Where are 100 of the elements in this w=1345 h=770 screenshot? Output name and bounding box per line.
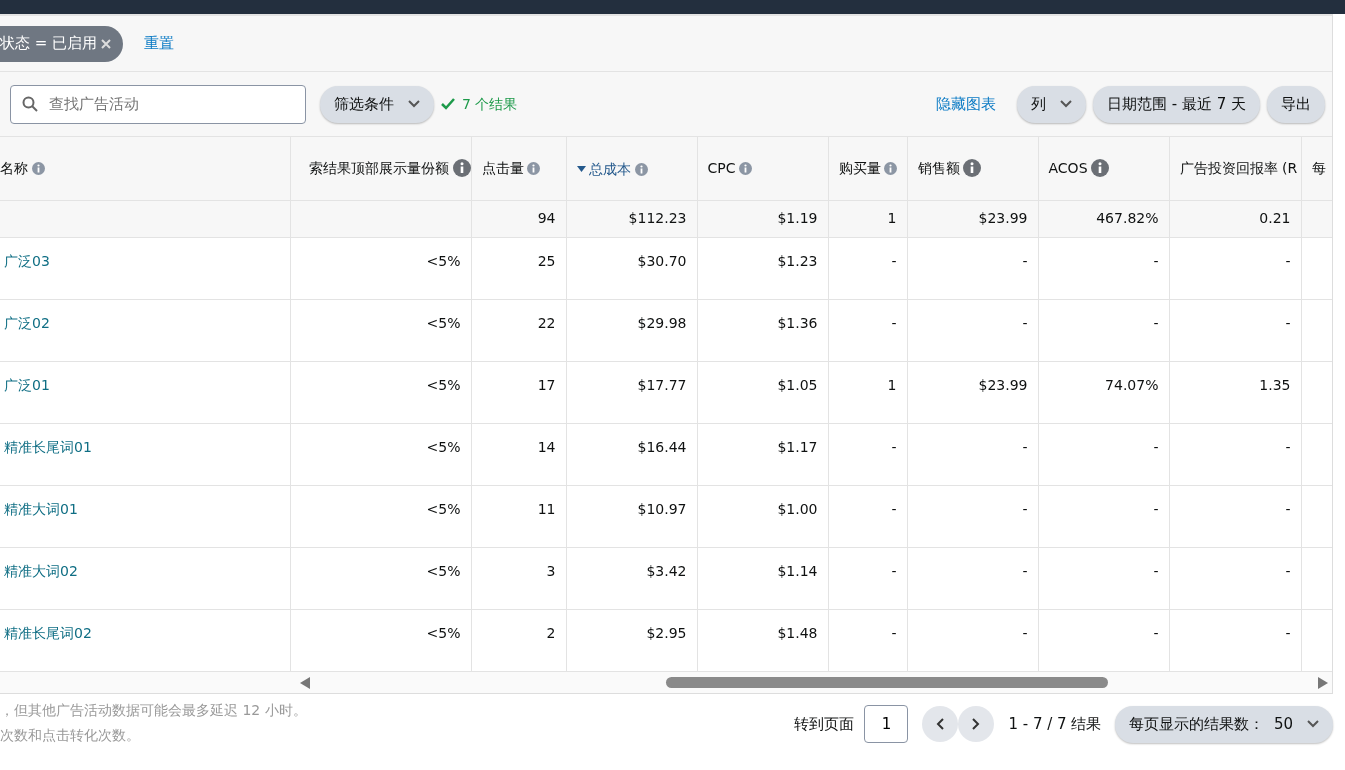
- scroll-left-icon: [300, 676, 310, 689]
- campaign-name-link[interactable]: 广泛01: [4, 376, 50, 393]
- close-icon: [100, 38, 111, 49]
- column-header[interactable]: 购买量: [838, 157, 881, 179]
- result-count: 7 个结果: [462, 94, 518, 114]
- filter-button[interactable]: 筛选条件: [320, 85, 434, 123]
- table-cell: -: [1022, 500, 1028, 517]
- table-cell: -: [1022, 438, 1028, 455]
- info-icon: [634, 162, 648, 176]
- scrollbar-thumb[interactable]: [666, 676, 1108, 688]
- column-header[interactable]: 点击量: [481, 157, 524, 179]
- table-cell: -: [1022, 562, 1028, 579]
- results-per-page-button[interactable]: 每页显示的结果数： 50: [1115, 705, 1333, 743]
- table-cell: <5%: [426, 376, 461, 393]
- reset-link[interactable]: 重置: [143, 32, 174, 55]
- table-cell: <5%: [426, 314, 461, 331]
- columns-button[interactable]: 列: [1016, 85, 1086, 123]
- export-button[interactable]: 导出: [1267, 85, 1325, 123]
- info-icon: [1091, 159, 1109, 178]
- column-header[interactable]: 名称: [0, 157, 28, 179]
- table-cell: -: [1285, 252, 1291, 269]
- table-cell: 2: [546, 624, 556, 641]
- total-value: $1.19: [777, 210, 818, 226]
- table-cell: $10.97: [637, 500, 687, 517]
- campaign-name-link[interactable]: 精准长尾词01: [4, 438, 92, 455]
- table-cell: -: [891, 500, 897, 517]
- column-header[interactable]: 广告投资回报率 (R: [1179, 157, 1298, 179]
- search-icon: [22, 95, 38, 112]
- column-header[interactable]: 每: [1311, 157, 1326, 179]
- table-cell: $29.98: [637, 314, 687, 331]
- info-icon: [739, 161, 752, 175]
- result-range: 1 - 7 / 7 结果: [1008, 713, 1102, 735]
- table-cell: <5%: [426, 500, 461, 517]
- total-value: 0.21: [1259, 210, 1291, 226]
- table-cell: $1.23: [777, 252, 818, 269]
- table-cell: 74.07%: [1105, 376, 1159, 393]
- table-cell: $1.05: [777, 376, 818, 393]
- hide-chart-link[interactable]: 隐藏图表: [935, 92, 996, 116]
- chevron-down-icon: [1059, 100, 1072, 108]
- total-value: 467.82%: [1096, 210, 1159, 226]
- total-value: 94: [537, 210, 556, 226]
- table-cell: -: [891, 314, 897, 331]
- table-cell: -: [1022, 624, 1028, 641]
- table-cell: $1.36: [777, 314, 818, 331]
- table-cell: 1: [887, 376, 897, 393]
- table-cell: <5%: [426, 624, 461, 641]
- table-cell: -: [1285, 624, 1291, 641]
- remove-filter-button[interactable]: [100, 38, 111, 49]
- campaign-name-link[interactable]: 广泛02: [4, 314, 50, 331]
- table-cell: <5%: [426, 438, 461, 455]
- info-icon: [963, 159, 981, 178]
- table-cell: -: [891, 252, 897, 269]
- previous-page-button[interactable]: [922, 706, 959, 742]
- column-header[interactable]: CPC: [707, 157, 736, 179]
- footer-note: 次数和点击转化次数。: [0, 725, 141, 745]
- info-icon: [31, 161, 45, 175]
- table-cell: -: [891, 562, 897, 579]
- table-cell: -: [1153, 624, 1159, 641]
- table-cell: -: [1285, 562, 1291, 579]
- table-cell: -: [1022, 252, 1028, 269]
- next-page-button[interactable]: [958, 706, 995, 742]
- table-cell: -: [1022, 314, 1028, 331]
- campaign-name-link[interactable]: 广泛03: [4, 252, 50, 269]
- table-cell: <5%: [426, 252, 461, 269]
- table-cell: $17.77: [637, 376, 687, 393]
- table-cell: $1.00: [777, 500, 818, 517]
- campaign-name-link[interactable]: 精准大词01: [4, 500, 78, 517]
- table-cell: 1.35: [1259, 376, 1291, 393]
- table-cell: $1.48: [777, 624, 818, 641]
- table-cell: $23.99: [978, 376, 1028, 393]
- column-header[interactable]: 索结果顶部展示量份额: [309, 157, 449, 179]
- table-cell: -: [891, 624, 897, 641]
- table-cell: -: [1153, 314, 1159, 331]
- table-cell: 17: [537, 376, 556, 393]
- table-cell: $16.44: [637, 438, 687, 455]
- table-cell: -: [1285, 500, 1291, 517]
- footer-note: ，但其他广告活动数据可能会最多延迟 12 小时。: [0, 700, 308, 720]
- table-cell: -: [1153, 438, 1159, 455]
- campaign-name-link[interactable]: 精准大词02: [4, 562, 78, 579]
- total-value: $23.99: [978, 210, 1028, 226]
- table-cell: 25: [537, 252, 556, 269]
- table-cell: $1.14: [777, 562, 818, 579]
- table-cell: -: [1285, 314, 1291, 331]
- column-header[interactable]: 销售额: [917, 157, 960, 179]
- campaign-name-link[interactable]: 精准长尾词02: [4, 624, 92, 641]
- table-cell: 22: [537, 314, 556, 331]
- date-range-button[interactable]: 日期范围 - 最近 7 天: [1092, 85, 1260, 123]
- chevron-right-icon: [972, 718, 981, 730]
- table-cell: -: [1285, 438, 1291, 455]
- chevron-down-icon: [1307, 720, 1319, 728]
- info-icon: [527, 161, 540, 175]
- chevron-left-icon: [936, 718, 945, 730]
- info-icon: [884, 161, 897, 175]
- page-number-field[interactable]: 1: [864, 705, 909, 743]
- total-value: 1: [887, 210, 897, 226]
- column-header-sorted[interactable]: 总成本: [589, 158, 631, 180]
- chevron-down-icon: [408, 100, 420, 108]
- table-cell: $1.17: [777, 438, 818, 455]
- search-field[interactable]: 查找广告活动: [10, 84, 306, 124]
- column-header[interactable]: ACOS: [1048, 157, 1088, 179]
